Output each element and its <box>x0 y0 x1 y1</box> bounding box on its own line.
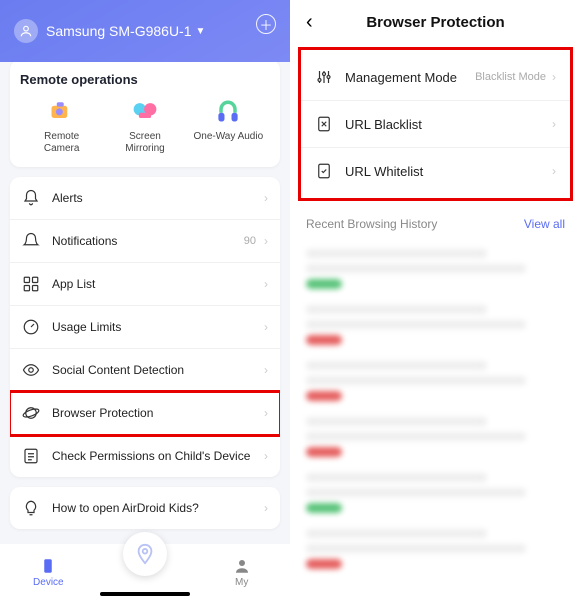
chevron-right-icon: › <box>264 406 268 420</box>
chevron-right-icon: › <box>264 501 268 515</box>
right-header: ‹ Browser Protection <box>290 0 581 41</box>
one-way-audio-icon <box>214 97 242 125</box>
feature-label: Browser Protection <box>52 406 264 420</box>
history-item[interactable] <box>302 353 569 409</box>
add-device-button[interactable]: ＋ <box>256 14 276 34</box>
chevron-right-icon: › <box>264 320 268 334</box>
remote-operations-row: RemoteCameraScreenMirroringOne-Way Audio <box>20 97 270 155</box>
feature-label: Notifications <box>52 234 244 248</box>
history-title: Recent Browsing History <box>306 217 437 231</box>
help-row[interactable]: How to open AirDroid Kids?› <box>10 487 280 529</box>
feature-app-list[interactable]: App List› <box>10 263 280 306</box>
history-item[interactable] <box>302 297 569 353</box>
eye-icon <box>22 361 40 379</box>
chevron-right-icon: › <box>264 277 268 291</box>
remote-operations-title: Remote operations <box>20 72 270 87</box>
remote-screen-mirroring-icon[interactable]: ScreenMirroring <box>103 97 186 155</box>
remote-operations-card: Remote operations RemoteCameraScreenMirr… <box>10 60 280 167</box>
chevron-down-icon[interactable]: ▼ <box>196 26 206 37</box>
help-label: How to open AirDroid Kids? <box>52 501 264 515</box>
setting-label: URL Whitelist <box>345 164 552 179</box>
sliders-icon <box>315 68 333 86</box>
feature-notifications[interactable]: Notifications90 › <box>10 220 280 263</box>
nav-device[interactable]: Device <box>0 557 97 588</box>
nav-my-label: My <box>235 577 248 588</box>
remote-one-way-audio-icon[interactable]: One-Way Audio <box>187 97 270 155</box>
home-indicator <box>100 592 190 596</box>
history-item[interactable] <box>302 409 569 465</box>
history-section-header: Recent Browsing History View all <box>290 217 581 241</box>
chevron-right-icon: › <box>552 70 556 84</box>
feature-social-content-detection[interactable]: Social Content Detection› <box>10 349 280 392</box>
setting-url-blacklist[interactable]: URL Blacklist› <box>301 101 570 148</box>
feature-usage-limits[interactable]: Usage Limits› <box>10 306 280 349</box>
device-name[interactable]: Samsung SM-G986U-1 <box>46 23 192 39</box>
history-item[interactable] <box>302 465 569 521</box>
help-list: How to open AirDroid Kids?› <box>10 487 280 529</box>
setting-value: Blacklist Mode <box>475 71 546 83</box>
feature-label: Check Permissions on Child's Device <box>52 449 264 463</box>
bell-icon <box>22 189 40 207</box>
history-item[interactable] <box>302 241 569 297</box>
feature-alerts[interactable]: Alerts› <box>10 177 280 220</box>
view-all-link[interactable]: View all <box>524 217 565 231</box>
feature-label: Usage Limits <box>52 320 264 334</box>
whitelist-icon <box>315 162 333 180</box>
planet-icon <box>22 404 40 422</box>
notification-icon <box>22 232 40 250</box>
chevron-right-icon: › <box>264 234 268 248</box>
chevron-right-icon: › <box>552 117 556 131</box>
lightbulb-icon <box>22 499 40 517</box>
blacklist-icon <box>315 115 333 133</box>
remote-item-label: One-Way Audio <box>187 131 270 143</box>
location-fab[interactable] <box>123 532 167 576</box>
feature-check-permissions-on-child-s-device[interactable]: Check Permissions on Child's Device› <box>10 435 280 477</box>
history-item[interactable] <box>302 521 569 577</box>
browser-protection-pane: ‹ Browser Protection Management ModeBlac… <box>290 0 581 600</box>
chevron-right-icon: › <box>264 449 268 463</box>
setting-label: URL Blacklist <box>345 117 552 132</box>
setting-label: Management Mode <box>345 70 475 85</box>
feature-label: Alerts <box>52 191 264 205</box>
avatar-icon[interactable] <box>14 19 38 43</box>
feature-label: App List <box>52 277 264 291</box>
screen-mirroring-icon <box>131 97 159 125</box>
nav-my[interactable]: My <box>193 557 290 588</box>
gauge-icon <box>22 318 40 336</box>
remote-item-label: ScreenMirroring <box>103 131 186 155</box>
back-button[interactable]: ‹ <box>306 11 313 34</box>
features-list: Alerts›Notifications90›App List›Usage Li… <box>10 177 280 477</box>
feature-browser-protection[interactable]: Browser Protection› <box>10 392 280 435</box>
chevron-right-icon: › <box>264 191 268 205</box>
history-list <box>290 241 581 577</box>
chevron-right-icon: › <box>264 363 268 377</box>
device-header: Samsung SM-G986U-1 ▼ ＋ <box>0 0 290 62</box>
setting-management-mode[interactable]: Management ModeBlacklist Mode › <box>301 54 570 101</box>
checklist-icon <box>22 447 40 465</box>
feature-label: Social Content Detection <box>52 363 264 377</box>
remote-remote-camera-icon[interactable]: RemoteCamera <box>20 97 103 155</box>
nav-device-label: Device <box>33 577 64 588</box>
device-pane: Samsung SM-G986U-1 ▼ ＋ Remote operations… <box>0 0 290 600</box>
remote-item-label: RemoteCamera <box>20 131 103 155</box>
management-settings: Management ModeBlacklist Mode›URL Blackl… <box>298 47 573 201</box>
chevron-right-icon: › <box>552 164 556 178</box>
grid-icon <box>22 275 40 293</box>
remote-camera-icon <box>48 97 76 125</box>
feature-badge: 90 <box>244 235 256 247</box>
setting-url-whitelist[interactable]: URL Whitelist› <box>301 148 570 194</box>
browser-protection-title: Browser Protection <box>306 14 565 31</box>
